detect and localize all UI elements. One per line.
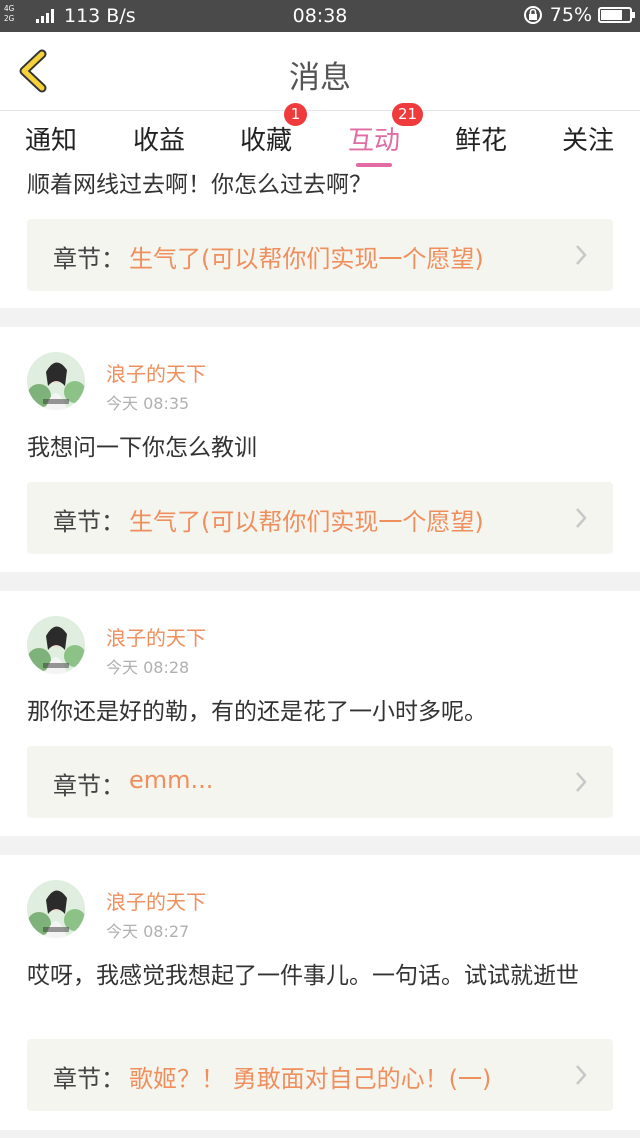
message-text: 顺着网线过去啊！你怎么过去啊？ bbox=[27, 172, 372, 198]
username[interactable]: 浪子的天下 bbox=[106, 358, 206, 387]
tab-interaction[interactable]: 互动 21 bbox=[334, 103, 424, 167]
chevron-right-icon bbox=[576, 772, 587, 792]
username[interactable]: 浪子的天下 bbox=[106, 886, 206, 915]
message-card: 浪子的天下 今天 08:28 那你还是好的勒，有的还是花了一小时多呢。 章节： … bbox=[0, 591, 640, 836]
chapter-label: 章节： bbox=[53, 772, 125, 800]
battery-percent: 75% bbox=[549, 4, 592, 26]
favorites-badge: 1 bbox=[284, 103, 307, 126]
message-card: 浪子的天下 今天 08:27 哎呀，我感觉我想起了一件事儿。一句话。试试就逝世 … bbox=[0, 855, 640, 1130]
tab-favorites[interactable]: 收藏 1 bbox=[226, 103, 307, 157]
timestamp: 今天 08:35 bbox=[106, 394, 190, 413]
message-card: 顺着网线过去啊！你怎么过去啊？ 章节： 生气了(可以帮你们实现一个愿望) bbox=[0, 163, 640, 308]
status-bar: 4G 2G 113 B/s 08:38 75% bbox=[0, 0, 640, 32]
chapter-link[interactable]: 章节： emm... bbox=[27, 746, 613, 818]
timestamp: 今天 08:28 bbox=[106, 658, 190, 677]
message-card: 浪子的天下 今天 08:35 我想问一下你怎么教训 章节： 生气了(可以帮你们实… bbox=[0, 327, 640, 572]
chapter-title: 歌姬？！ 勇敢面对自己的心！(一) bbox=[129, 1065, 492, 1093]
chevron-right-icon bbox=[576, 1065, 587, 1085]
chapter-title: 生气了(可以帮你们实现一个愿望) bbox=[129, 245, 484, 273]
chevron-right-icon bbox=[576, 245, 587, 265]
chapter-link[interactable]: 章节： 生气了(可以帮你们实现一个愿望) bbox=[27, 219, 613, 291]
chevron-right-icon bbox=[576, 508, 587, 528]
tab-follow[interactable]: 关注 bbox=[548, 120, 628, 157]
page-title: 消息 bbox=[289, 60, 351, 96]
tab-notifications[interactable]: 通知 bbox=[11, 120, 91, 157]
message-text: 那你还是好的勒，有的还是花了一小时多呢。 bbox=[27, 699, 487, 725]
chapter-title: emm... bbox=[129, 766, 214, 794]
header: 消息 bbox=[0, 32, 640, 111]
battery-icon bbox=[598, 7, 635, 23]
chapter-link[interactable]: 章节： 歌姬？！ 勇敢面对自己的心！(一) bbox=[27, 1039, 613, 1111]
tab-earnings[interactable]: 收益 bbox=[119, 120, 199, 157]
interaction-badge: 21 bbox=[392, 103, 424, 126]
chapter-label: 章节： bbox=[53, 508, 125, 536]
avatar[interactable] bbox=[27, 880, 85, 938]
tab-flowers[interactable]: 鲜花 bbox=[441, 120, 521, 157]
active-tab-indicator bbox=[356, 163, 392, 167]
chapter-title: 生气了(可以帮你们实现一个愿望) bbox=[129, 508, 484, 536]
rotation-lock-icon bbox=[523, 6, 542, 24]
chapter-link[interactable]: 章节： 生气了(可以帮你们实现一个愿望) bbox=[27, 482, 613, 554]
avatar[interactable] bbox=[27, 352, 85, 410]
chapter-label: 章节： bbox=[53, 245, 125, 273]
message-text: 我想问一下你怎么教训 bbox=[27, 435, 257, 461]
tab-bar: 通知 收益 收藏 1 互动 21 鲜花 关注 bbox=[0, 103, 640, 167]
username[interactable]: 浪子的天下 bbox=[106, 622, 206, 651]
message-text: 哎呀，我感觉我想起了一件事儿。一句话。试试就逝世 bbox=[27, 963, 579, 989]
avatar[interactable] bbox=[27, 616, 85, 674]
chapter-label: 章节： bbox=[53, 1065, 125, 1093]
timestamp: 今天 08:27 bbox=[106, 922, 190, 941]
